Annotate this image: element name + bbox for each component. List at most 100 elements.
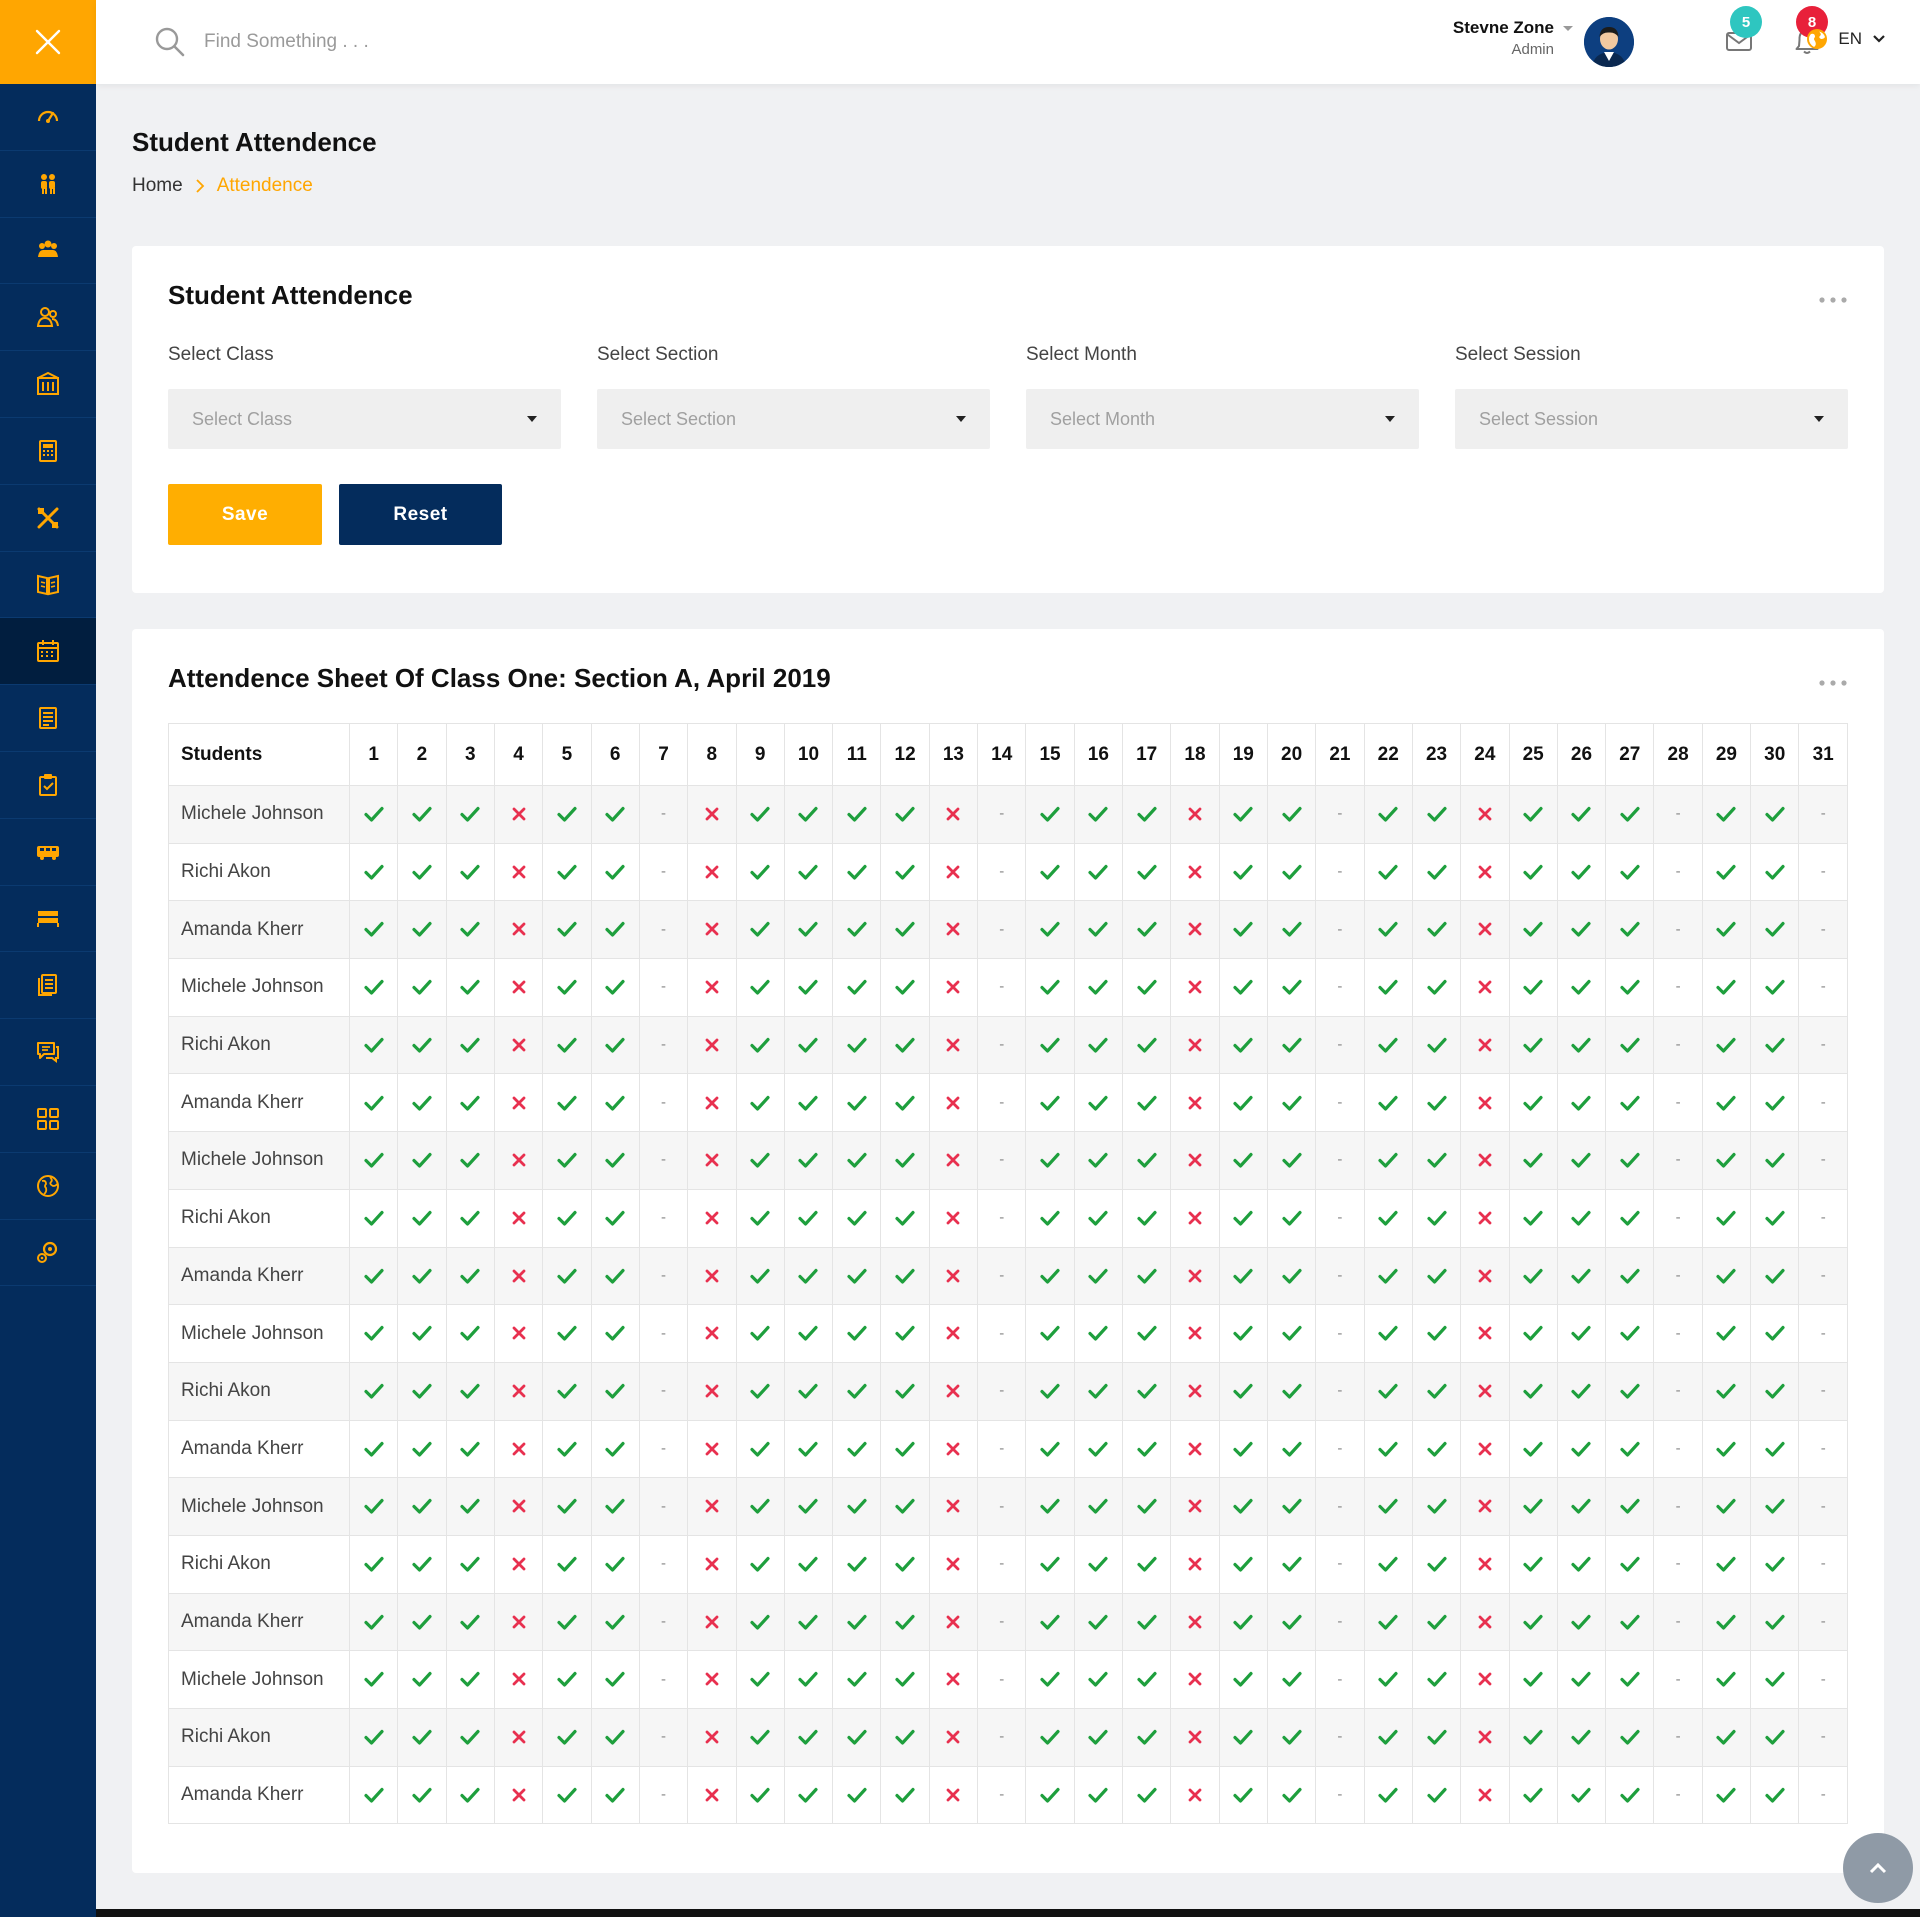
attendance-cell — [1363, 1015, 1413, 1075]
day-column-header: 17 — [1121, 723, 1172, 786]
attendance-cell — [1750, 958, 1800, 1017]
student-name-cell: Michele Johnson — [168, 785, 350, 844]
attendance-cell — [493, 1361, 544, 1421]
language-selector[interactable]: EN — [1806, 28, 1886, 50]
sidebar-item-notice[interactable] — [0, 952, 96, 1020]
attendance-cell — [1750, 900, 1800, 960]
check-icon — [1765, 1614, 1785, 1630]
sidebar-item-map[interactable] — [0, 1153, 96, 1220]
attendance-cell — [783, 1477, 834, 1536]
sidebar-item-subject[interactable] — [0, 485, 96, 552]
section-select-value: Select Section — [621, 408, 737, 429]
cross-icon — [1478, 1096, 1492, 1109]
no-class-dash: - — [999, 1439, 1005, 1457]
sidebar-item-class-routine[interactable] — [0, 552, 96, 619]
attendance-cell — [832, 1650, 882, 1709]
day-column-header: 12 — [880, 723, 930, 786]
no-class-dash: - — [661, 1324, 667, 1342]
more-options-icon[interactable] — [1818, 679, 1848, 687]
sidebar-toggle-button[interactable] — [0, 0, 96, 84]
attendance-cell — [397, 1073, 447, 1133]
attendance-cell — [880, 1650, 930, 1709]
attendance-cell — [735, 842, 785, 902]
attendance-cell — [687, 842, 737, 902]
no-class-dash: - — [1675, 1786, 1681, 1804]
class-select[interactable]: Select Class — [168, 389, 561, 449]
sidebar-item-parents[interactable] — [0, 218, 96, 285]
attendance-cell — [832, 1246, 882, 1306]
sidebar-item-students[interactable] — [0, 151, 96, 218]
check-icon — [1233, 1499, 1253, 1514]
no-class-dash: - — [1337, 1266, 1343, 1284]
attendance-cell — [1556, 1015, 1607, 1075]
attendance-cell — [1701, 1708, 1752, 1767]
check-icon — [364, 1326, 384, 1341]
search-input[interactable] — [204, 24, 604, 60]
attendance-cell — [1025, 1534, 1075, 1594]
cross-icon — [947, 1096, 960, 1109]
attendance-cell — [735, 1477, 785, 1536]
attendance-cell — [1701, 842, 1752, 902]
caret-down-icon[interactable] — [1562, 24, 1574, 34]
attendance-cell — [1073, 1477, 1124, 1536]
attendance-cell: - — [1653, 1131, 1703, 1190]
reset-button[interactable]: Reset — [339, 484, 502, 545]
sidebar-item-dashboard[interactable] — [0, 84, 96, 151]
check-icon — [798, 1441, 819, 1457]
cross-icon — [1188, 1788, 1202, 1802]
sidebar-item-exam-results[interactable] — [0, 752, 96, 819]
more-options-icon[interactable] — [1818, 296, 1848, 304]
cross-icon — [1188, 1384, 1202, 1398]
attendance-cell — [1411, 1246, 1462, 1306]
section-select[interactable]: Select Section — [597, 389, 990, 449]
check-icon — [1716, 922, 1737, 938]
check-icon — [895, 922, 915, 938]
breadcrumb-home[interactable]: Home — [132, 175, 183, 197]
user-menu[interactable]: Stevne Zone Admin — [1453, 18, 1554, 58]
attendance-cell — [1411, 1131, 1462, 1190]
attendance-cell — [590, 1592, 640, 1652]
attendance-cell — [1508, 1015, 1558, 1075]
month-select[interactable]: Select Month — [1026, 389, 1419, 449]
sidebar-item-library[interactable] — [0, 351, 96, 418]
sidebar-item-transport[interactable] — [0, 819, 96, 886]
check-icon — [750, 1787, 770, 1803]
attendance-cell — [1508, 1765, 1558, 1825]
check-icon — [364, 1614, 384, 1630]
check-icon — [895, 1268, 915, 1284]
check-icon — [847, 1672, 867, 1688]
check-icon — [1426, 1383, 1447, 1399]
avatar[interactable] — [1584, 17, 1634, 67]
attendance-cell — [1073, 1304, 1124, 1363]
sidebar-item-exam[interactable] — [0, 685, 96, 752]
student-name-cell: Amanda Kherr — [168, 900, 350, 960]
check-icon — [557, 1730, 577, 1745]
sidebar-item-settings[interactable] — [0, 1220, 96, 1287]
attendance-cell — [1556, 900, 1607, 960]
chevron-up-icon — [1869, 1862, 1887, 1874]
sidebar-item-teachers[interactable] — [0, 284, 96, 352]
check-icon — [1378, 1672, 1398, 1688]
student-name-cell: Richi Akon — [168, 1534, 350, 1594]
save-button[interactable]: Save — [168, 484, 322, 545]
sidebar-item-hostel[interactable] — [0, 886, 96, 953]
search-icon[interactable] — [154, 26, 186, 58]
attendance-cell — [348, 900, 399, 960]
attendance-cell — [590, 1534, 640, 1594]
attendance-cell — [1605, 1419, 1655, 1479]
cross-icon — [512, 1442, 525, 1456]
sidebar-item-message[interactable] — [0, 1019, 96, 1086]
attendance-cell: - — [638, 785, 689, 844]
sidebar-item-ui-elements[interactable] — [0, 1086, 96, 1153]
sidebar-item-attendance[interactable] — [0, 618, 96, 686]
session-select[interactable]: Select Session — [1455, 389, 1848, 449]
scroll-to-top-button[interactable] — [1843, 1833, 1913, 1903]
month-label: Select Month — [1026, 344, 1137, 365]
check-icon — [1426, 1441, 1447, 1457]
no-class-dash: - — [999, 1151, 1005, 1169]
sidebar-item-account[interactable] — [0, 418, 96, 485]
check-icon — [1523, 1441, 1543, 1457]
check-icon — [412, 1672, 432, 1688]
cross-icon — [705, 1442, 719, 1456]
check-icon — [1088, 1672, 1108, 1688]
